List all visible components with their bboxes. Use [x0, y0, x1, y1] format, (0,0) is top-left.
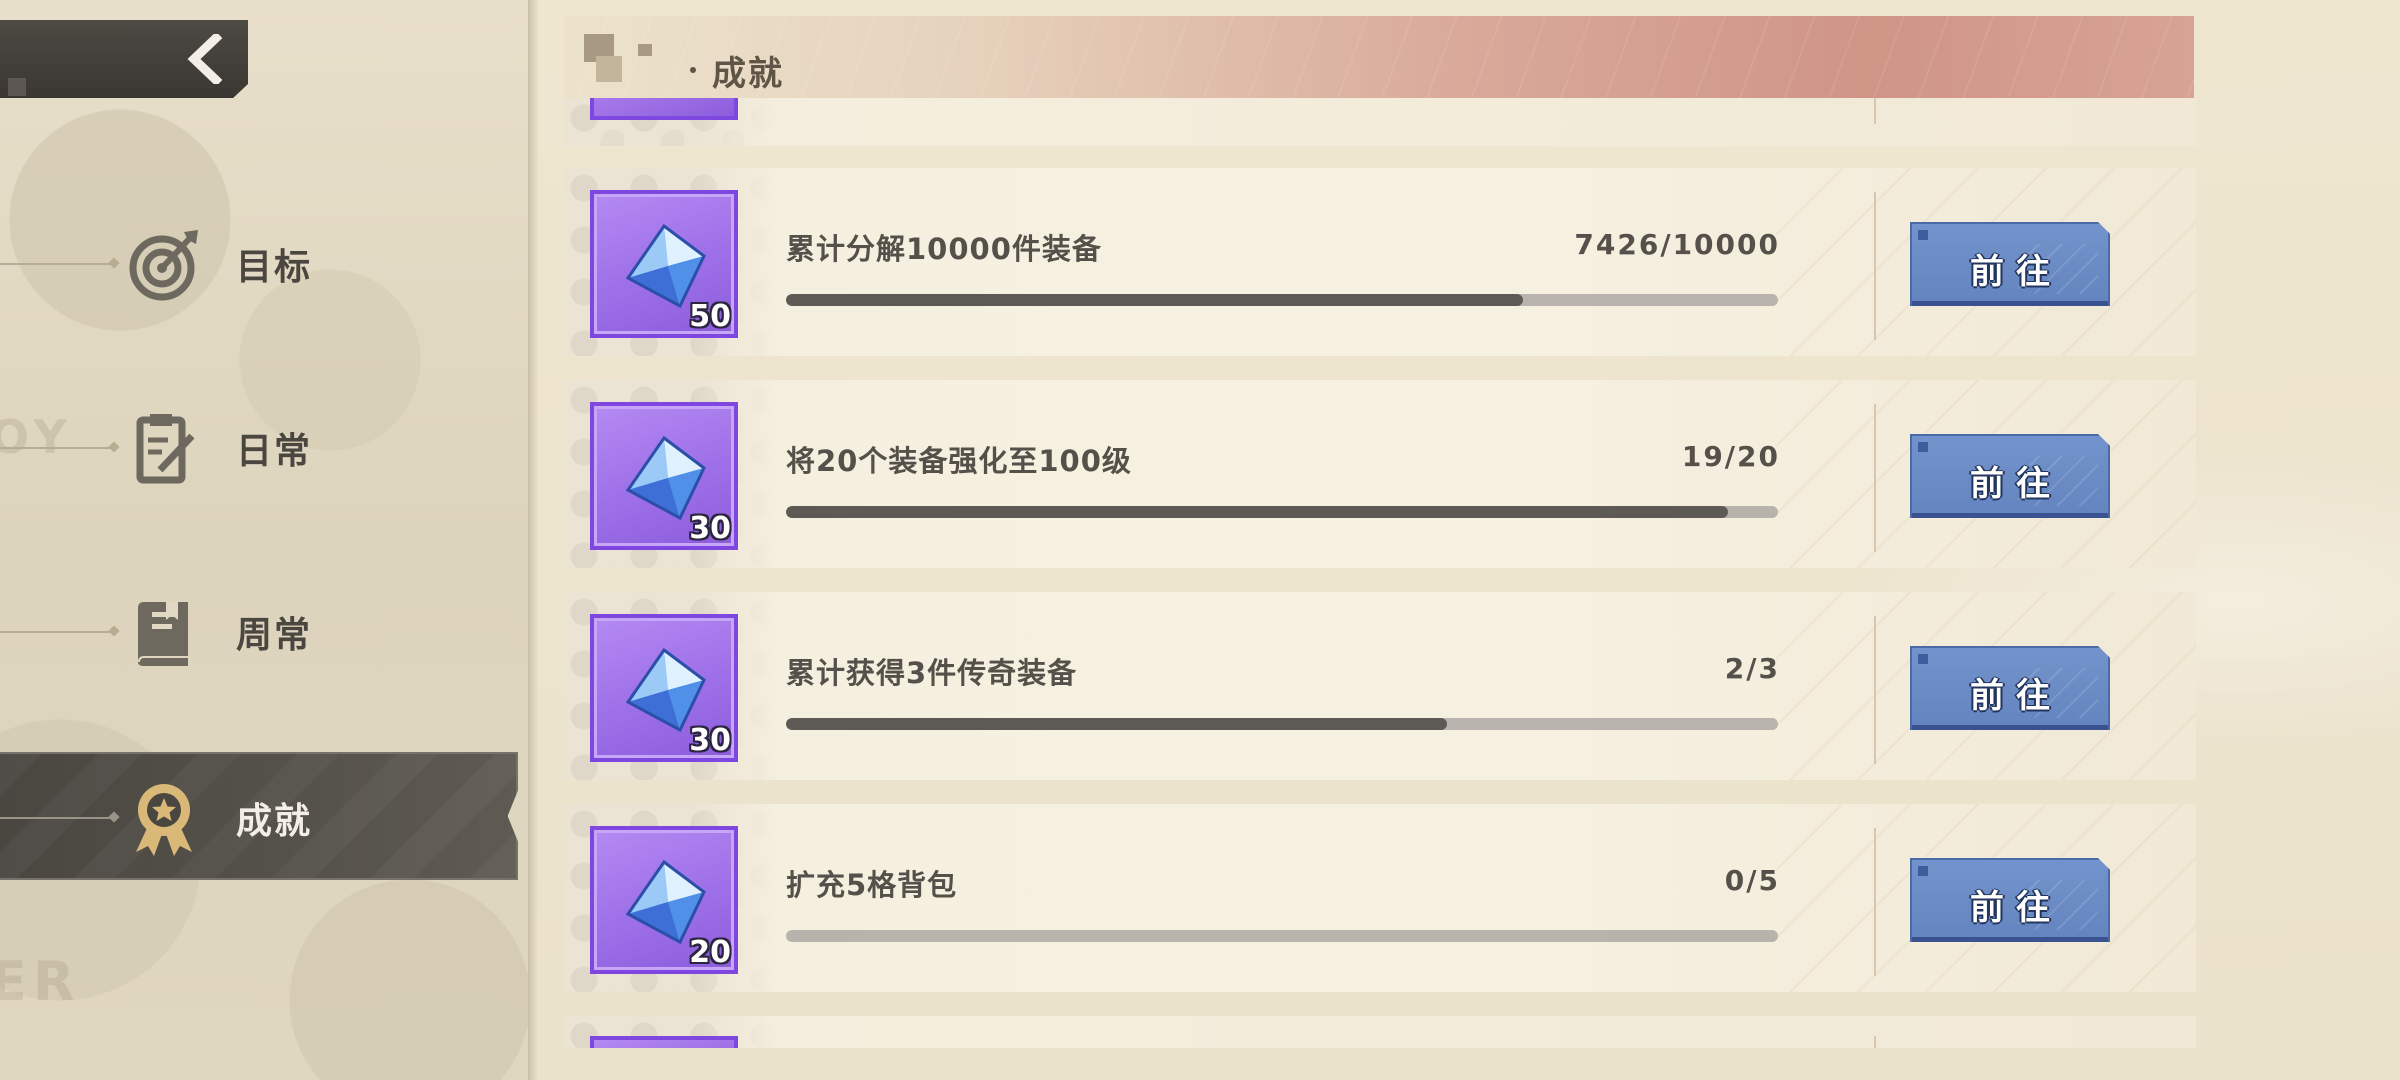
- nav-connector-line: [0, 263, 112, 265]
- nav-item-target[interactable]: 目标: [0, 200, 518, 328]
- target-icon: [129, 230, 198, 301]
- reward-count: 50: [689, 299, 731, 334]
- nav-item-weekly[interactable]: 周常: [0, 568, 518, 696]
- achievements-panel: 成就 50 累计分解10000件装备 7426/10000 前往 30 将20个…: [538, 0, 2400, 1080]
- reward-count: 30: [689, 511, 731, 546]
- progress-bar: [786, 930, 1778, 942]
- medal-icon: [136, 784, 192, 856]
- sidebar: OY ER 目标 日常 周常 成就: [0, 0, 530, 1080]
- crystal-icon: [625, 435, 706, 521]
- go-button[interactable]: 前往: [1910, 646, 2110, 730]
- go-button[interactable]: 前往: [1910, 434, 2110, 518]
- progress-bar-fill: [786, 718, 1448, 730]
- nav-label: 日常: [236, 431, 313, 472]
- achievement-card: 50 累计分解10000件装备 7426/10000 前往: [564, 168, 2196, 356]
- header-ornament-icon: [584, 34, 652, 82]
- reward-box[interactable]: 30: [590, 614, 738, 762]
- card-divider: [1874, 404, 1876, 552]
- sidebar-divider: [528, 0, 538, 1080]
- back-button-marker: [8, 78, 26, 96]
- task-progress-text: 7426/10000: [1574, 228, 1780, 261]
- crystal-icon: [625, 859, 706, 945]
- reward-box[interactable]: 30: [590, 402, 738, 550]
- page-title: 成就: [712, 54, 784, 94]
- panel-header: 成就: [564, 16, 2194, 98]
- nav-item-daily[interactable]: 日常: [0, 384, 518, 512]
- nav-connector-dot: [108, 257, 120, 269]
- nav-label: 成就: [236, 801, 313, 842]
- list-item-partial: [564, 98, 2196, 146]
- book-icon: [138, 602, 188, 666]
- clipboard-icon: [136, 414, 195, 484]
- nav-label: 周常: [236, 615, 313, 656]
- task-name: 累计分解10000件装备: [786, 232, 1102, 266]
- header-dot: [690, 67, 696, 73]
- progress-bar-fill: [786, 506, 1729, 518]
- card-divider: [1874, 192, 1876, 340]
- card-divider: [1874, 828, 1876, 976]
- background-watermark: ER: [0, 950, 81, 1013]
- reward-box[interactable]: 20: [590, 826, 738, 974]
- back-button[interactable]: [0, 20, 248, 98]
- reward-box: [590, 98, 738, 120]
- task-name: 扩充5格背包: [786, 868, 958, 902]
- task-progress-text: 0/5: [1724, 864, 1780, 897]
- progress-bar: [786, 506, 1778, 518]
- list-item-partial: [564, 1016, 2196, 1048]
- task-progress-text: 2/3: [1724, 652, 1780, 685]
- nav-connector-dot: [108, 441, 120, 453]
- nav-connector-dot: [108, 625, 120, 637]
- card-divider: [1874, 1036, 1876, 1048]
- crystal-icon: [625, 223, 706, 309]
- card-divider: [1874, 98, 1876, 124]
- achievement-card: 30 累计获得3件传奇装备 2/3 前往: [564, 592, 2196, 780]
- reward-box: [590, 1036, 738, 1048]
- task-name: 累计获得3件传奇装备: [786, 656, 1078, 690]
- task-name: 将20个装备强化至100级: [786, 444, 1132, 478]
- reward-box[interactable]: 50: [590, 190, 738, 338]
- go-button-label: 前往: [1970, 252, 2062, 292]
- achievement-list[interactable]: 50 累计分解10000件装备 7426/10000 前往 30 将20个装备强…: [564, 98, 2198, 1048]
- nav-connector-line: [0, 631, 112, 633]
- go-button[interactable]: 前往: [1910, 858, 2110, 942]
- progress-bar: [786, 718, 1778, 730]
- crystal-icon: [625, 647, 706, 733]
- go-button-label: 前往: [1970, 888, 2062, 928]
- go-button[interactable]: 前往: [1910, 222, 2110, 306]
- progress-bar: [786, 294, 1778, 306]
- chevron-left-icon: [187, 34, 223, 84]
- go-button-label: 前往: [1970, 464, 2062, 504]
- nav-item-achievements[interactable]: 成就: [0, 752, 518, 880]
- nav-connector-line: [0, 447, 112, 449]
- go-button-label: 前往: [1970, 676, 2062, 716]
- nav-connector-line: [0, 817, 112, 819]
- header-pattern: [564, 16, 2194, 98]
- achievement-card: 30 将20个装备强化至100级 19/20 前往: [564, 380, 2196, 568]
- card-divider: [1874, 616, 1876, 764]
- task-progress-text: 19/20: [1681, 440, 1780, 473]
- reward-count: 20: [689, 935, 731, 970]
- achievement-card: 20 扩充5格背包 0/5 前往: [564, 804, 2196, 992]
- reward-count: 30: [689, 723, 731, 758]
- nav-label: 目标: [236, 247, 313, 288]
- progress-bar-fill: [786, 294, 1523, 306]
